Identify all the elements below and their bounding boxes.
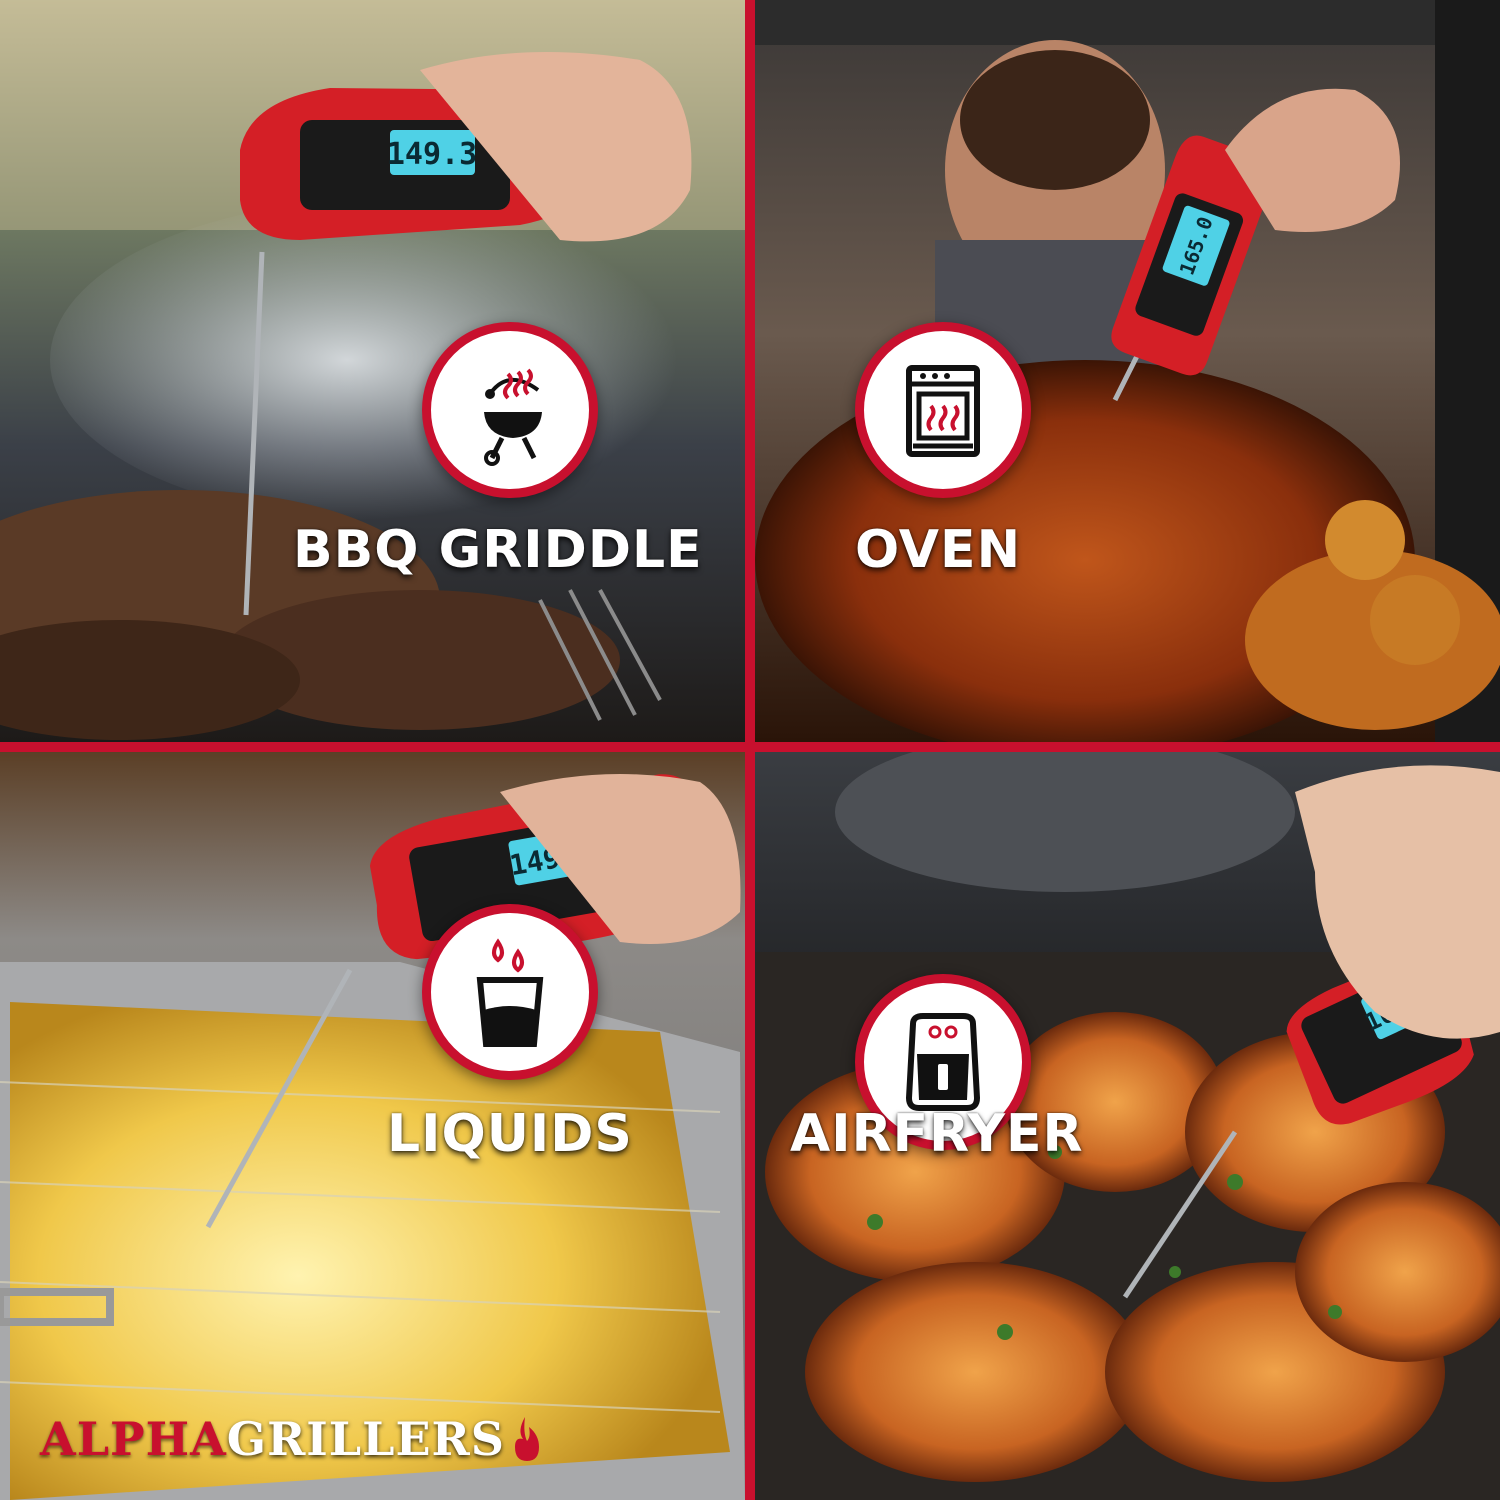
panel-label: BBQ GRIDDLE xyxy=(293,520,703,580)
bbq-photo: 149.3 xyxy=(0,0,745,742)
liquids-photo: 149.3 xyxy=(0,752,745,1500)
liquids-badge xyxy=(422,904,598,1080)
svg-text:149.3: 149.3 xyxy=(387,137,477,172)
panel-label: AIRFRYER xyxy=(790,1104,1084,1164)
oven-icon xyxy=(906,365,980,457)
panel-bbq-griddle: 149.3 BBQ GRIDDLE xyxy=(0,0,745,742)
grill-icon xyxy=(484,368,542,466)
brand-part-grillers: GRILLERS xyxy=(226,1412,506,1466)
glass-drops-icon xyxy=(476,938,544,1047)
collage-grid: 149.3 BBQ GRIDDLE 165.0 OVEN 149.3 LIQUI… xyxy=(0,0,1500,1500)
panel-oven: 165.0 OVEN xyxy=(755,0,1500,742)
panel-airfryer: 165.0 AIRFRYER xyxy=(755,752,1500,1500)
panel-label: OVEN xyxy=(855,520,1022,580)
grill-badge xyxy=(422,322,598,498)
panel-label: LIQUIDS xyxy=(387,1104,633,1164)
panel-liquids: 149.3 LIQUIDS ALPHA GRILLERS xyxy=(0,752,745,1500)
brand-logo: ALPHA GRILLERS xyxy=(40,1412,543,1466)
brand-part-alpha: ALPHA xyxy=(40,1412,227,1466)
oven-badge xyxy=(855,322,1031,498)
flame-icon xyxy=(515,1417,540,1461)
